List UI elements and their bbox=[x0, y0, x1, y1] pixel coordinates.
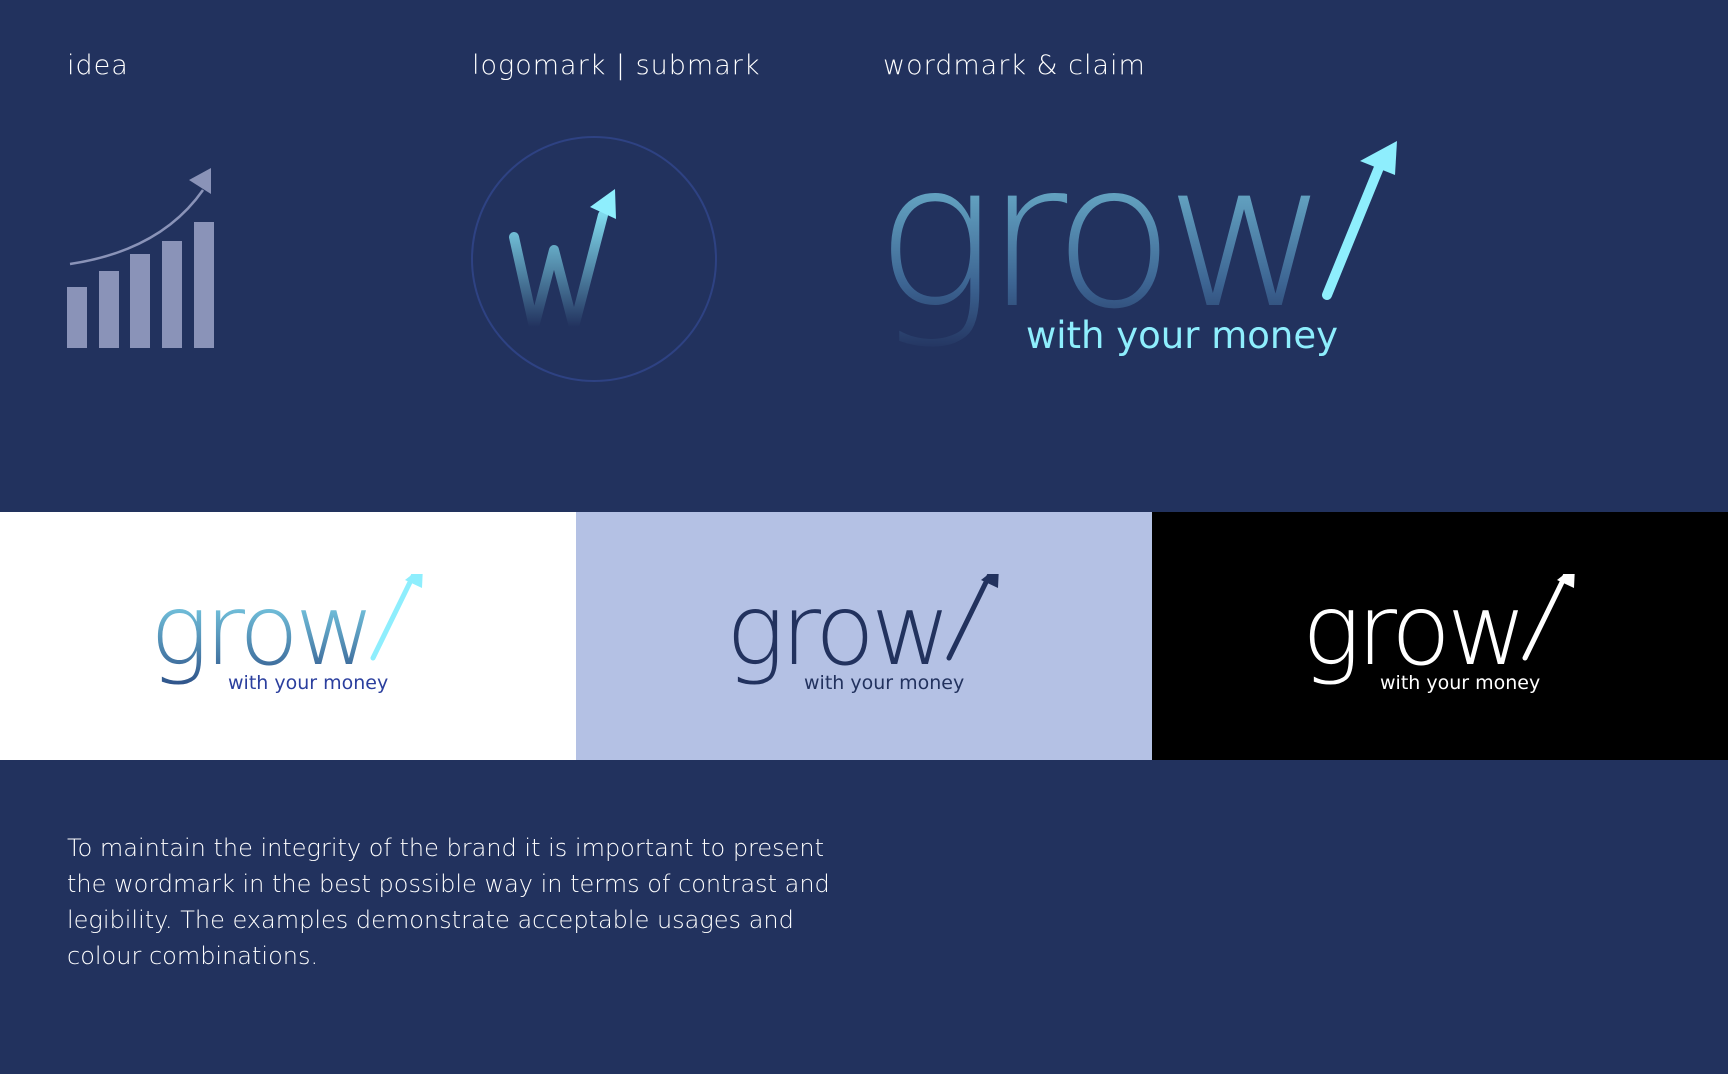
usage-description: To maintain the integrity of the brand i… bbox=[67, 834, 830, 970]
section-label-logomark: logomark | submark bbox=[472, 50, 761, 81]
growth-bar-chart-icon bbox=[67, 168, 214, 348]
w-arrow-submark-icon bbox=[471, 136, 717, 382]
usage-panel-white: grow with your money bbox=[0, 512, 576, 760]
svg-text:with your money: with your money bbox=[1380, 672, 1540, 694]
wordmark-large: grow with your money bbox=[875, 125, 1397, 357]
section-label-idea: idea bbox=[67, 50, 129, 81]
svg-text:grow: grow bbox=[150, 574, 371, 688]
usage-panel-black: grow with your money bbox=[1152, 512, 1728, 760]
wordmark-on-lightblue: grow with your money bbox=[726, 574, 999, 694]
svg-text:with your money: with your money bbox=[228, 672, 388, 694]
svg-text:with your money: with your money bbox=[804, 672, 964, 694]
claim-text: with your money bbox=[1026, 314, 1338, 357]
svg-text:grow: grow bbox=[1302, 574, 1523, 688]
section-label-wordmark: wordmark & claim bbox=[883, 50, 1146, 81]
wordmark-on-white: grow with your money bbox=[150, 574, 423, 694]
svg-text:grow: grow bbox=[726, 574, 947, 688]
usage-panel-lightblue: grow with your money bbox=[576, 512, 1152, 760]
wordmark-on-black: grow with your money bbox=[1302, 574, 1575, 694]
